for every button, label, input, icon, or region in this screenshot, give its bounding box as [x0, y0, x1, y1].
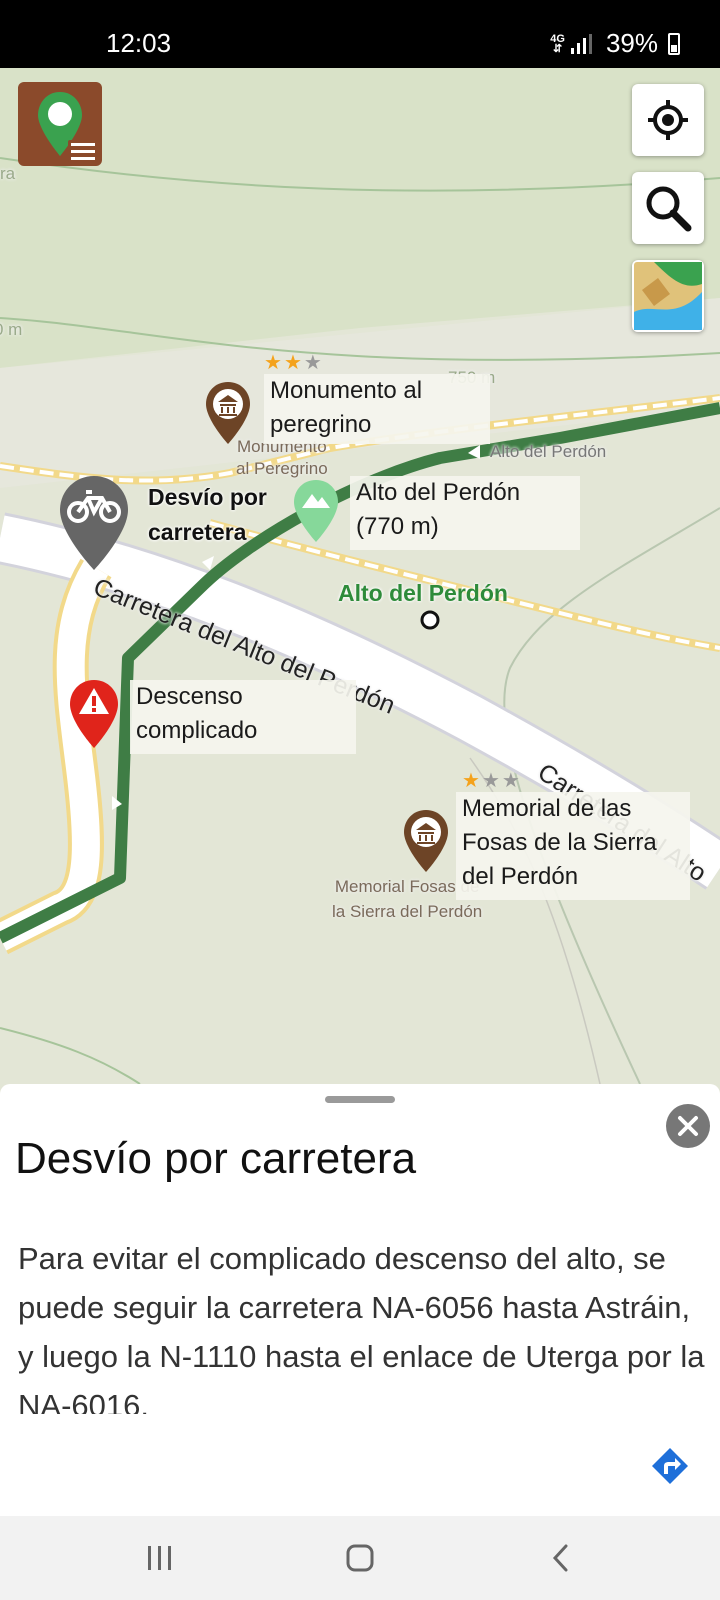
- close-button[interactable]: [666, 1104, 710, 1148]
- status-time: 12:03: [106, 28, 172, 58]
- poi-label-monument[interactable]: Monumento al peregrino: [264, 374, 490, 444]
- warning-marker[interactable]: [68, 678, 120, 750]
- star-full-icon: ★: [283, 352, 304, 374]
- network-label: 4G: [550, 32, 565, 45]
- directions-icon[interactable]: [650, 1446, 690, 1486]
- contour-label: 0 m: [0, 320, 23, 339]
- peak-name-label: Alto del Perdón: [338, 580, 508, 606]
- edge-label: ra: [0, 164, 16, 183]
- map-view[interactable]: Carretera del Alto del Perdón Carretera …: [0, 68, 720, 1084]
- back-button[interactable]: [530, 1536, 590, 1580]
- star-full-icon: ★: [264, 352, 284, 374]
- search-icon: [646, 186, 692, 232]
- layers-icon: [634, 262, 702, 330]
- system-nav-bar: [0, 1516, 720, 1600]
- app-menu-icon: [38, 92, 98, 162]
- poi-label-line: del Perdón: [462, 863, 579, 890]
- sheet-title: Desvío por carretera: [15, 1134, 417, 1183]
- poi-label-line: Fosas de la Sierra: [462, 829, 657, 856]
- poi-label-line: Memorial de las: [462, 795, 632, 822]
- status-bar: 12:03 4G ⇵ 39%: [0, 0, 720, 68]
- app-menu-button[interactable]: [18, 82, 102, 166]
- signal-icon: [570, 33, 592, 54]
- back-icon: [552, 1544, 568, 1572]
- star-empty-icon: ★: [303, 352, 324, 374]
- home-icon: [346, 1544, 374, 1572]
- sheet-description: Para evitar el complicado descenso del a…: [18, 1241, 705, 1414]
- poi-label-memorial[interactable]: Memorial de las Fosas de la Sierra del P…: [456, 792, 690, 900]
- screen: 12:03 4G ⇵ 39% Carretera del Alto del Pe…: [0, 0, 720, 1600]
- bicycle-marker[interactable]: [58, 474, 130, 574]
- poi-label-line: complicado: [136, 717, 258, 744]
- rating-stars: ★★★: [462, 768, 522, 793]
- poi-label-line: Descenso: [136, 683, 243, 710]
- route-label: Alto del Perdón: [490, 442, 607, 461]
- recent-apps-icon: [148, 1546, 171, 1570]
- poi-label-detour[interactable]: Desvío por carretera: [148, 480, 267, 550]
- star-empty-icon: ★: [481, 770, 502, 792]
- peak-marker[interactable]: [292, 478, 340, 544]
- poi-label-line: Monumento al: [270, 377, 423, 404]
- poi-label-line: Alto del Perdón: [356, 479, 521, 506]
- star-empty-icon: ★: [501, 770, 522, 792]
- memorial-marker[interactable]: [402, 808, 450, 874]
- poi-label-line: (770 m): [356, 513, 439, 540]
- poi-label-descent[interactable]: Descenso complicado: [130, 680, 356, 754]
- poi-detail-sheet: Desvío por carretera Para evitar el comp…: [0, 1084, 720, 1516]
- status-indicators: 4G ⇵ 39%: [550, 28, 680, 59]
- home-button[interactable]: [330, 1536, 390, 1580]
- battery-percent: 39%: [605, 28, 658, 58]
- star-full-icon: ★: [462, 770, 482, 792]
- battery-icon: [668, 32, 680, 55]
- close-icon: [678, 1116, 698, 1136]
- locate-button[interactable]: [632, 84, 704, 156]
- poi-label-line: carretera: [148, 519, 247, 545]
- rating-stars: ★★★: [264, 350, 324, 375]
- poi-label-line: peregrino: [270, 411, 372, 438]
- network-type-icon: 4G ⇵: [550, 32, 565, 55]
- monument-marker[interactable]: [204, 380, 252, 446]
- poi-label-peak[interactable]: Alto del Perdón (770 m): [350, 476, 580, 550]
- layers-button[interactable]: [632, 260, 704, 332]
- sheet-drag-handle[interactable]: [325, 1096, 395, 1103]
- summit-marker: [420, 610, 440, 630]
- poi-label-line: Desvío por: [148, 484, 267, 510]
- locate-icon: [648, 100, 688, 140]
- recent-apps-button[interactable]: [130, 1536, 190, 1580]
- search-button[interactable]: [632, 172, 704, 244]
